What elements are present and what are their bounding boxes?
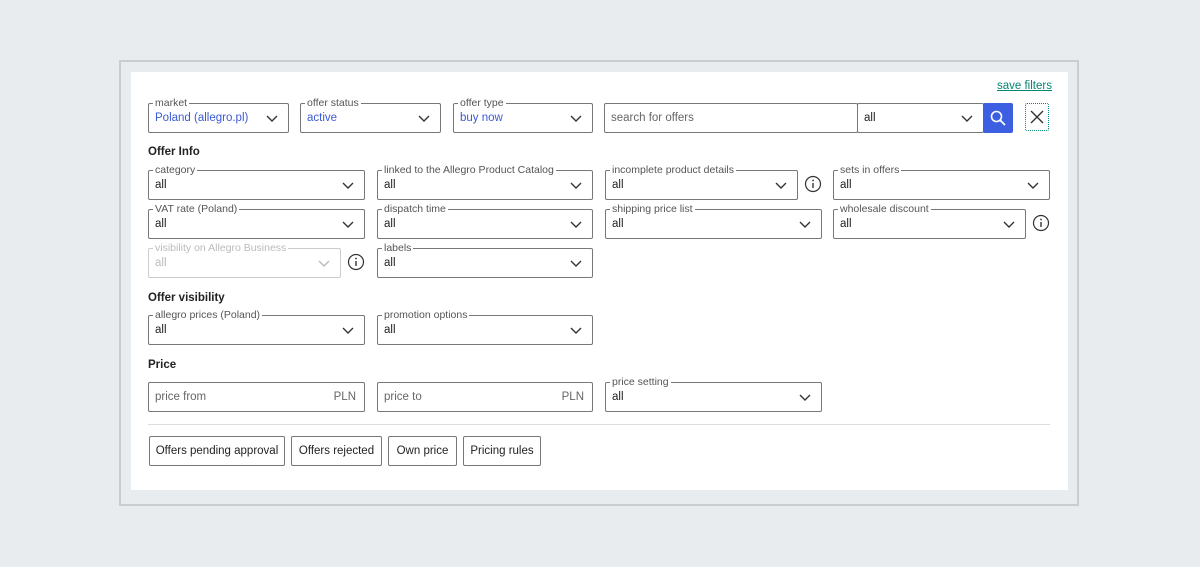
price-to-input[interactable]: price to PLN	[377, 382, 593, 412]
incomplete-details-label: incomplete product details	[610, 163, 736, 177]
allegro-prices-label: allegro prices (Poland)	[153, 308, 263, 322]
price-to-currency: PLN	[561, 391, 584, 403]
visibility-business-value: all	[155, 257, 167, 269]
chevron-down-icon	[570, 260, 582, 267]
chevron-down-icon	[799, 394, 811, 401]
offer-visibility-heading: Offer visibility	[148, 292, 225, 304]
offers-rejected-button[interactable]: Offers rejected	[291, 436, 382, 466]
linked-catalog-select[interactable]: linked to the Allegro Product Catalog al…	[377, 163, 593, 200]
chevron-down-icon	[570, 221, 582, 228]
chevron-down-icon	[266, 115, 278, 122]
offer-info-heading: Offer Info	[148, 146, 200, 158]
price-setting-select[interactable]: price setting all	[605, 375, 822, 412]
chevron-down-icon	[570, 182, 582, 189]
clear-filters-button[interactable]	[1025, 103, 1049, 131]
own-price-button[interactable]: Own price	[388, 436, 457, 466]
dispatch-time-value: all	[384, 218, 396, 230]
shipping-price-list-select[interactable]: shipping price list all	[605, 202, 822, 239]
sets-in-offers-label: sets in offers	[838, 163, 902, 177]
divider	[148, 424, 1050, 425]
vat-rate-label: VAT rate (Poland)	[153, 202, 240, 216]
dispatch-time-select[interactable]: dispatch time all	[377, 202, 593, 239]
info-icon[interactable]	[347, 253, 365, 271]
chevron-down-icon	[318, 260, 330, 267]
linked-catalog-value: all	[384, 179, 396, 191]
chevron-down-icon	[1003, 221, 1015, 228]
offer-type-value: buy now	[460, 112, 503, 124]
offer-status-label: offer status	[305, 96, 361, 110]
chevron-down-icon	[342, 327, 354, 334]
chevron-down-icon	[342, 182, 354, 189]
search-scope-select[interactable]: all	[857, 103, 984, 133]
offer-status-select[interactable]: offer status active	[300, 96, 441, 133]
chevron-down-icon	[342, 221, 354, 228]
promotion-options-value: all	[384, 324, 396, 336]
search-icon	[990, 110, 1006, 126]
price-from-currency: PLN	[333, 391, 356, 403]
offers-pending-approval-button[interactable]: Offers pending approval	[149, 436, 285, 466]
dispatch-time-label: dispatch time	[382, 202, 448, 216]
offer-status-value: active	[307, 112, 338, 124]
price-to-placeholder: price to	[384, 391, 422, 403]
market-select[interactable]: market Poland (allegro.pl)	[148, 96, 289, 133]
search-scope-value: all	[864, 112, 876, 124]
wholesale-discount-label: wholesale discount	[838, 202, 931, 216]
chevron-down-icon	[570, 327, 582, 334]
incomplete-details-select[interactable]: incomplete product details all	[605, 163, 798, 200]
wholesale-discount-select[interactable]: wholesale discount all	[833, 202, 1026, 239]
shipping-price-list-value: all	[612, 218, 624, 230]
market-value: Poland (allegro.pl)	[155, 112, 249, 124]
visibility-business-select: visibility on Allegro Business all	[148, 241, 341, 278]
price-from-input[interactable]: price from PLN	[148, 382, 365, 412]
sets-in-offers-select[interactable]: sets in offers all	[833, 163, 1050, 200]
info-icon[interactable]	[804, 175, 822, 193]
close-icon	[1030, 110, 1044, 124]
info-icon[interactable]	[1032, 214, 1050, 232]
incomplete-details-value: all	[612, 179, 624, 191]
search-placeholder: search for offers	[611, 112, 694, 124]
promotion-options-label: promotion options	[382, 308, 470, 322]
price-setting-value: all	[612, 391, 624, 403]
chevron-down-icon	[799, 221, 811, 228]
pricing-rules-button[interactable]: Pricing rules	[463, 436, 541, 466]
labels-label: labels	[382, 241, 414, 255]
labels-value: all	[384, 257, 396, 269]
filters-panel	[131, 72, 1068, 490]
chevron-down-icon	[961, 115, 973, 122]
sets-in-offers-value: all	[840, 179, 852, 191]
category-value: all	[155, 179, 167, 191]
allegro-prices-value: all	[155, 324, 167, 336]
offer-type-select[interactable]: offer type buy now	[453, 96, 593, 133]
labels-select[interactable]: labels all	[377, 241, 593, 278]
promotion-options-select[interactable]: promotion options all	[377, 308, 593, 345]
chevron-down-icon	[775, 182, 787, 189]
chevron-down-icon	[1027, 182, 1039, 189]
market-label: market	[153, 96, 190, 110]
chevron-down-icon	[570, 115, 582, 122]
chevron-down-icon	[418, 115, 430, 122]
allegro-prices-select[interactable]: allegro prices (Poland) all	[148, 308, 365, 345]
save-filters-link[interactable]: save filters	[997, 80, 1052, 92]
price-setting-label: price setting	[610, 375, 671, 389]
vat-rate-select[interactable]: VAT rate (Poland) all	[148, 202, 365, 239]
search-button[interactable]	[983, 103, 1013, 133]
price-heading: Price	[148, 359, 177, 371]
offer-type-label: offer type	[458, 96, 506, 110]
visibility-business-label: visibility on Allegro Business	[153, 241, 289, 255]
price-from-placeholder: price from	[155, 391, 207, 403]
vat-rate-value: all	[155, 218, 167, 230]
category-select[interactable]: category all	[148, 163, 365, 200]
shipping-price-list-label: shipping price list	[610, 202, 695, 216]
search-input[interactable]: search for offers	[604, 103, 858, 133]
wholesale-discount-value: all	[840, 218, 852, 230]
category-label: category	[153, 163, 198, 177]
linked-catalog-label: linked to the Allegro Product Catalog	[382, 163, 556, 177]
